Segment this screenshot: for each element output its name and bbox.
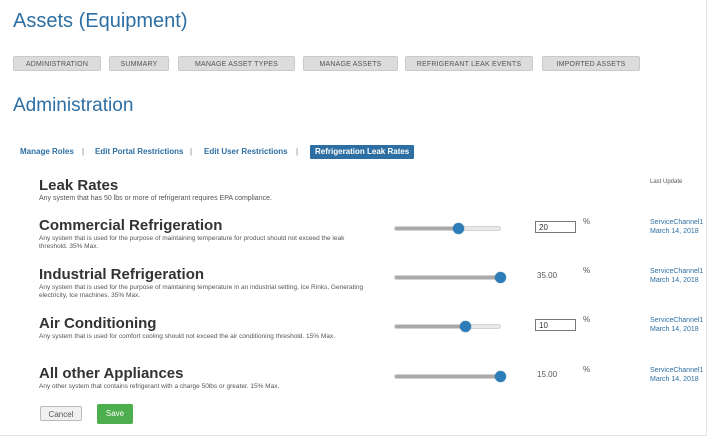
row-description: Any system that is used for the purpose … [39,284,364,299]
leak-rate-input[interactable]: 20 [535,221,576,233]
row-description: Any system that is used for the purpose … [39,235,345,250]
percent-label: % [583,266,591,275]
row-title: All other Appliances [39,365,184,382]
leak-rate-row-other-appliances: All other Appliances Any other system th… [0,365,710,409]
tab-summary[interactable]: SUMMARY [109,56,169,71]
updated-on-date: March 14, 2018 [650,228,699,235]
cancel-button[interactable]: Cancel [40,406,82,421]
subnav-edit-user-restrictions[interactable]: Edit User Restrictions [204,145,288,159]
leak-rate-slider[interactable] [394,321,501,332]
page-title: Assets (Equipment) [13,10,188,32]
row-title: Industrial Refrigeration [39,266,205,283]
subnav-separator: | [190,147,193,156]
leak-rates-description: Any system that has 50 lbs or more of re… [39,195,272,202]
percent-label: % [583,315,591,324]
leak-rate-value: 15.00 [537,370,558,379]
leak-rate-row-industrial: Industrial Refrigeration Any system that… [0,266,710,310]
updated-on-date: March 14, 2018 [650,326,699,333]
subnav-edit-portal-restrictions[interactable]: Edit Portal Restrictions [95,145,183,159]
section-title: Administration [13,95,134,116]
percent-label: % [583,217,591,226]
leak-rate-slider[interactable] [394,223,501,234]
subnav-refrigeration-leak-rates[interactable]: Refrigeration Leak Rates [310,145,415,159]
updated-by-user: ServiceChannel1 [650,219,704,226]
row-description: Any system that is used for comfort cool… [39,333,335,340]
updated-by-user: ServiceChannel1 [650,268,704,275]
updated-on-date: March 14, 2018 [650,277,699,284]
updated-by-user: ServiceChannel1 [650,367,704,374]
updated-by-user: ServiceChannel1 [650,317,704,324]
leak-rate-value: 35.00 [537,271,558,280]
tab-manage-asset-types[interactable]: MANAGE ASSET TYPES [178,56,295,71]
last-updated-by: ServiceChannel1 March 14, 2018 [650,366,703,384]
tab-refrigerant-leak-events[interactable]: REFRIGERANT LEAK EVENTS [405,56,533,71]
updated-on-date: March 14, 2018 [650,376,699,383]
percent-label: % [583,365,591,374]
row-description: Any other system that contains refrigera… [39,383,280,390]
leak-rate-input[interactable]: 10 [535,319,576,331]
slider-thumb[interactable] [460,321,472,332]
tab-bar: ADMINISTRATION SUMMARY MANAGE ASSET TYPE… [13,56,673,71]
subnav-separator: | [82,147,85,156]
slider-thumb[interactable] [453,223,464,234]
tab-imported-assets[interactable]: IMPORTED ASSETS [542,56,640,71]
slider-fill [395,276,500,279]
leak-rate-row-air-conditioning: Air Conditioning Any system that is used… [0,315,710,359]
last-updated-by: ServiceChannel1 March 14, 2018 [650,316,703,334]
leak-rate-slider[interactable] [394,272,506,283]
last-updated-by: ServiceChannel1 March 14, 2018 [650,267,703,285]
row-title: Air Conditioning [39,315,157,332]
slider-fill [395,325,466,328]
leak-rate-slider[interactable] [394,371,506,382]
slider-thumb[interactable] [495,272,506,283]
row-title: Commercial Refrigeration [39,217,223,234]
tab-administration[interactable]: ADMINISTRATION [13,56,101,71]
leak-rates-title: Leak Rates [39,177,119,194]
last-updated-by: ServiceChannel1 March 14, 2018 [650,218,703,236]
save-button[interactable]: Save [97,404,133,424]
last-update-header: Last Update [650,179,683,185]
slider-thumb[interactable] [495,371,506,382]
subnav-separator: | [296,147,299,156]
subnav-manage-roles[interactable]: Manage Roles [20,145,74,159]
slider-fill [395,227,458,230]
tab-manage-assets[interactable]: MANAGE ASSETS [303,56,398,71]
slider-fill [395,375,500,378]
leak-rate-row-commercial: Commercial Refrigeration Any system that… [0,217,710,261]
